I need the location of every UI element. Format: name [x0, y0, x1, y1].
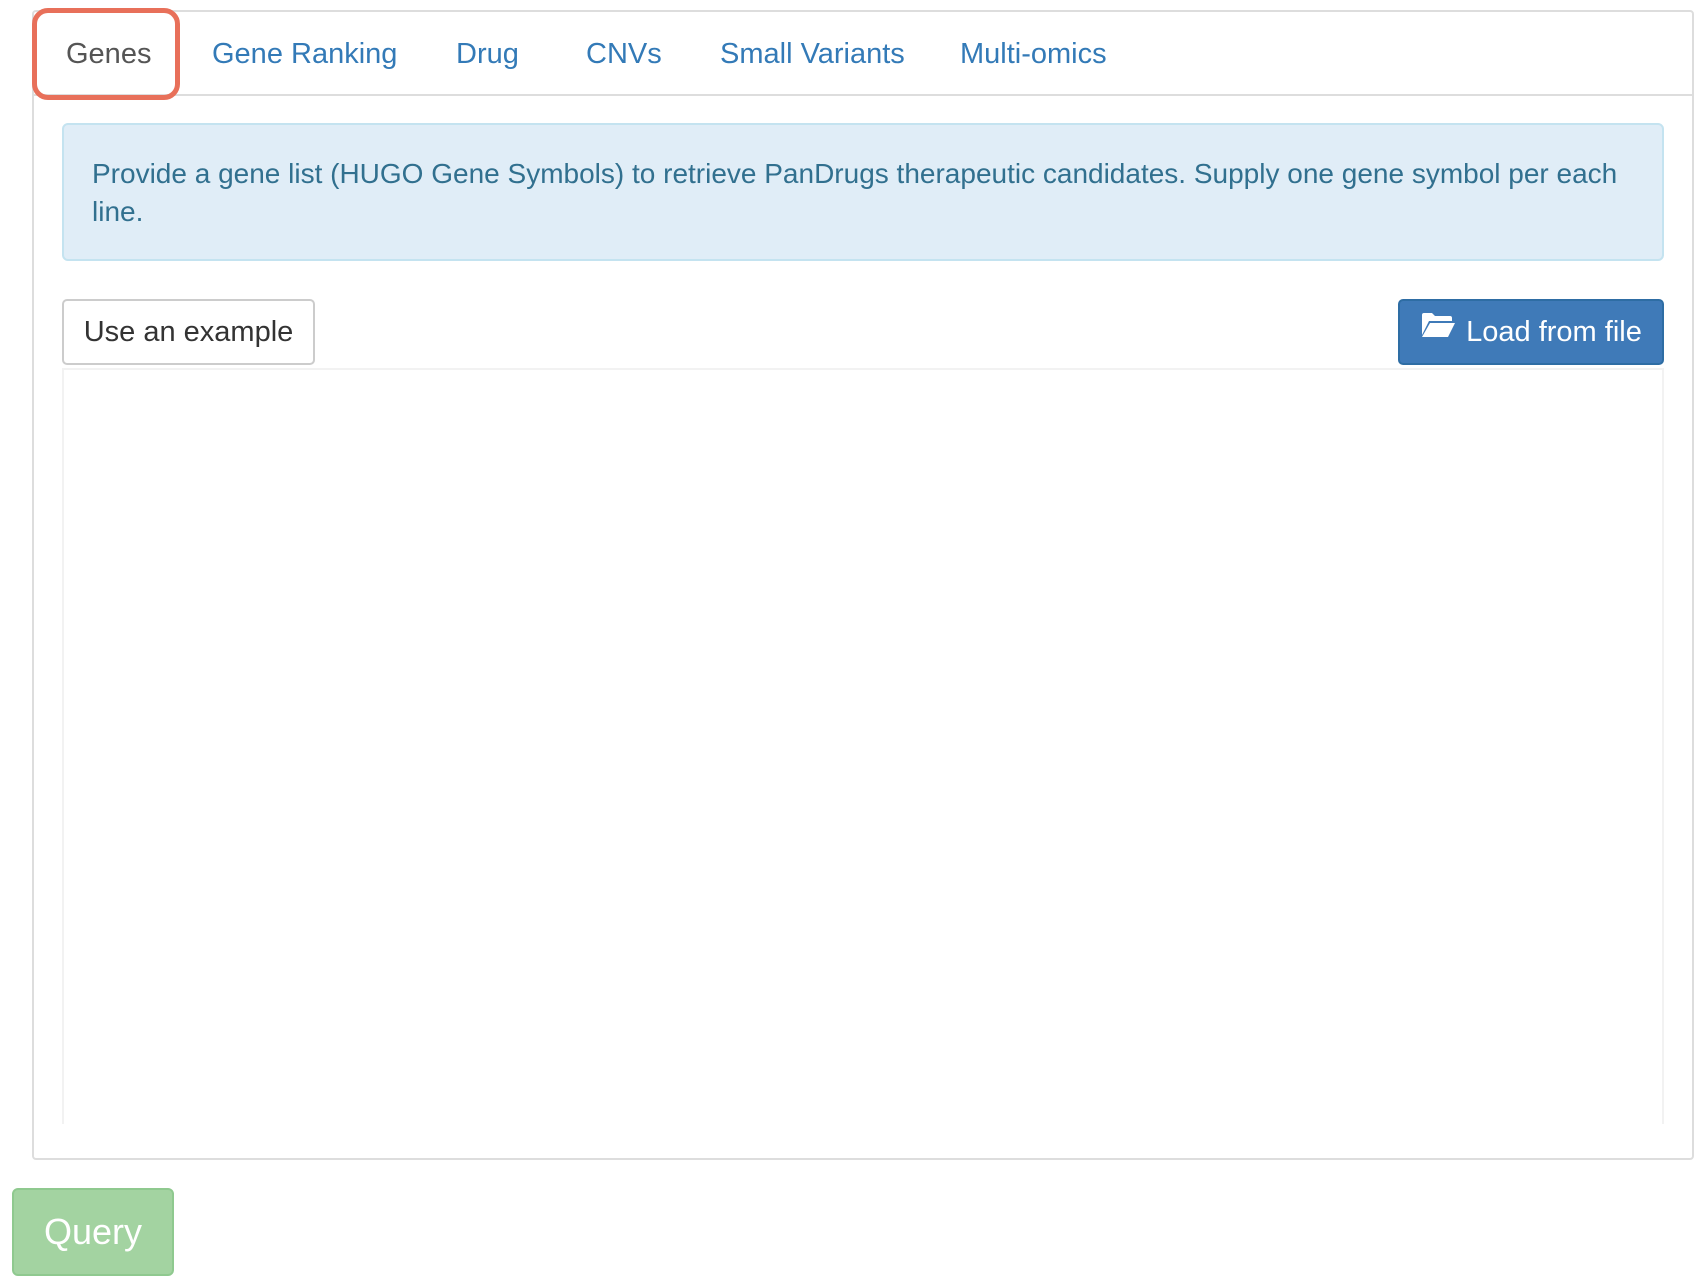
info-alert: Provide a gene list (HUGO Gene Symbols) …	[62, 123, 1664, 261]
folder-open-icon	[1420, 299, 1456, 361]
gene-list-textarea[interactable]	[62, 368, 1664, 1124]
query-button[interactable]: Query	[12, 1188, 174, 1276]
tab-drug[interactable]: Drug	[456, 12, 519, 96]
tab-multi-omics[interactable]: Multi-omics	[960, 12, 1107, 96]
tab-genes[interactable]: Genes	[66, 12, 151, 96]
tab-gene-ranking[interactable]: Gene Ranking	[212, 12, 397, 96]
tab-bar: Genes Gene Ranking Drug CNVs Small Varia…	[34, 12, 1692, 96]
load-from-file-label: Load from file	[1466, 316, 1642, 348]
tab-small-variants[interactable]: Small Variants	[720, 12, 905, 96]
use-example-button[interactable]: Use an example	[62, 299, 315, 365]
tab-cnvs[interactable]: CNVs	[586, 12, 662, 96]
load-from-file-button[interactable]: Load from file	[1398, 299, 1664, 365]
info-text: Provide a gene list (HUGO Gene Symbols) …	[92, 158, 1618, 227]
